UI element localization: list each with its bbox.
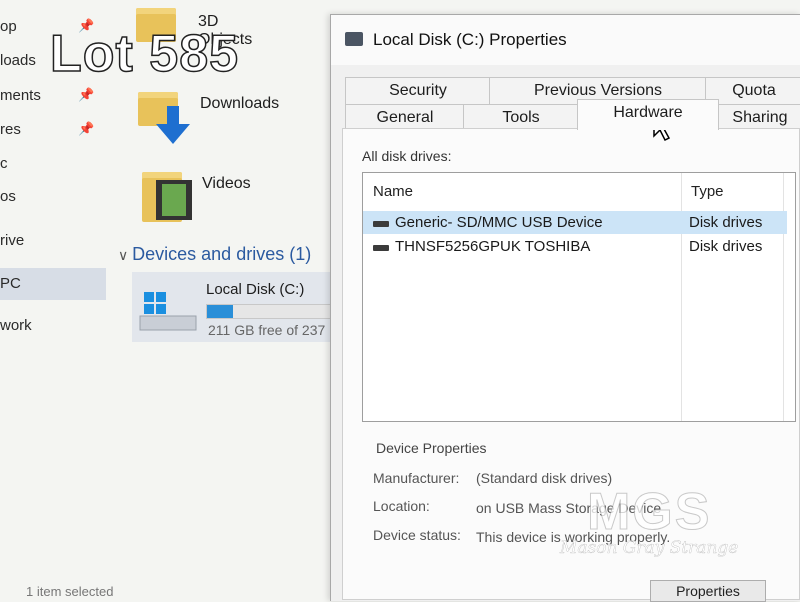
windows-drive-icon	[139, 292, 197, 331]
section-header-devices[interactable]: ∨ Devices and drives (1)	[118, 244, 311, 265]
row-name: THNSF5256GPUK TOSHIBA	[395, 238, 591, 255]
column-header-name[interactable]: Name	[373, 183, 413, 200]
nav-item-network[interactable]: work	[0, 317, 32, 334]
dialog-title: Local Disk (C:) Properties	[373, 30, 567, 49]
device-status-label: Device status:	[373, 527, 461, 543]
nav-item-this-pc[interactable]: PC	[0, 268, 106, 300]
folder-label: Downloads	[200, 95, 280, 112]
chevron-down-icon: ∨	[118, 247, 133, 263]
row-type: Disk drives	[689, 238, 763, 255]
disk-drives-list[interactable]: Name Type Generic- SD/MMC USB Device Dis…	[362, 172, 796, 422]
table-row[interactable]: Generic- SD/MMC USB Device Disk drives	[363, 211, 787, 234]
nav-item-music[interactable]: c	[0, 155, 8, 172]
tab-tools[interactable]: Tools	[463, 104, 579, 131]
download-arrow-icon	[156, 106, 190, 144]
film-strip-icon	[156, 180, 192, 220]
drive-usage-bar	[206, 304, 338, 319]
lot-number-overlay: Lot 585	[49, 24, 240, 84]
tab-hardware[interactable]: Hardware	[577, 99, 719, 130]
status-bar-text: 1 item selected	[26, 584, 114, 599]
navigation-pane: op 📌 loads ments 📌 res 📌 c os rive PC wo…	[0, 0, 108, 600]
watermark-logo: MGS Mason Gray Strange	[560, 483, 739, 559]
tab-security[interactable]: Security	[345, 77, 491, 104]
nav-item-pictures[interactable]: res	[0, 121, 21, 138]
row-type: Disk drives	[689, 214, 763, 231]
row-name: Generic- SD/MMC USB Device	[395, 214, 603, 231]
tab-quota[interactable]: Quota	[705, 77, 800, 104]
disk-drive-icon	[373, 221, 389, 227]
drive-icon	[345, 32, 363, 46]
nav-item-desktop[interactable]: op	[0, 18, 17, 35]
drive-name: Local Disk (C:)	[206, 281, 305, 298]
table-row[interactable]: THNSF5256GPUK TOSHIBA Disk drives	[363, 235, 787, 258]
all-disk-drives-label: All disk drives:	[362, 148, 452, 164]
nav-item-downloads[interactable]: loads	[0, 52, 36, 69]
tab-sharing[interactable]: Sharing	[717, 104, 800, 131]
nav-item-documents[interactable]: ments	[0, 87, 41, 104]
dialog-titlebar[interactable]: Local Disk (C:) Properties	[331, 15, 800, 65]
nav-item-videos[interactable]: os	[0, 188, 16, 205]
watermark-name: Mason Gray Strange	[560, 538, 739, 558]
location-label: Location:	[373, 498, 430, 514]
drive-free-space: 211 GB free of 237	[208, 322, 326, 338]
nav-item-onedrive[interactable]: rive	[0, 232, 24, 249]
pin-icon: 📌	[78, 121, 95, 136]
disk-drive-icon	[373, 245, 389, 251]
manufacturer-label: Manufacturer:	[373, 470, 460, 486]
watermark-brand: MGS	[586, 483, 712, 541]
device-properties-heading: Device Properties	[376, 440, 487, 456]
pin-icon: 📌	[78, 87, 95, 102]
folder-label: Videos	[202, 175, 251, 192]
properties-button[interactable]: Properties	[650, 580, 766, 602]
column-header-type[interactable]: Type	[691, 183, 724, 200]
tab-general[interactable]: General	[345, 104, 465, 131]
